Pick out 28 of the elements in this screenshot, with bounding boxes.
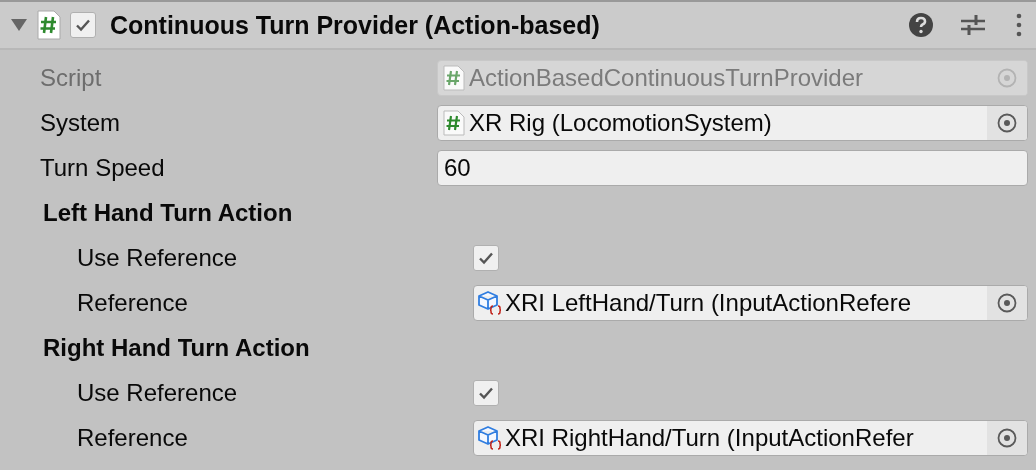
field-label: Use Reference [77,243,239,272]
number-field[interactable]: 60 [437,149,1028,186]
field-label: Script [40,63,103,92]
field-label: Reference [77,423,189,452]
object-picker-icon[interactable] [996,426,1018,449]
script-icon [36,10,62,40]
cube-icon [478,424,502,451]
checkbox[interactable] [473,244,499,271]
object-picker-icon[interactable] [996,291,1018,314]
object-picker-icon[interactable] [996,111,1018,134]
group-label: Right Hand Turn Action [42,333,310,362]
foldout-arrow-icon[interactable] [10,18,28,32]
field-label: Turn Speed [40,153,166,182]
help-icon[interactable] [908,12,934,38]
field-label: Reference [77,288,189,317]
field-label: System [40,108,121,137]
script-icon [442,64,466,91]
group-label: Left Hand Turn Action [42,198,293,227]
script-icon [442,109,466,136]
cube-icon [478,289,502,316]
object-field[interactable]: XR Rig (LocomotionSystem) [437,104,1028,141]
component-title: Continuous Turn Provider (Action-based) [110,10,601,40]
enabled-checkbox[interactable] [70,12,96,38]
settings-sliders-icon[interactable] [960,12,986,38]
object-field[interactable]: XRI LeftHand/Turn (InputActionRefere [473,284,1028,321]
checkbox[interactable] [473,379,499,406]
field-label: Use Reference [77,378,239,407]
object-field[interactable]: XRI RightHand/Turn (InputActionRefer [473,419,1028,456]
